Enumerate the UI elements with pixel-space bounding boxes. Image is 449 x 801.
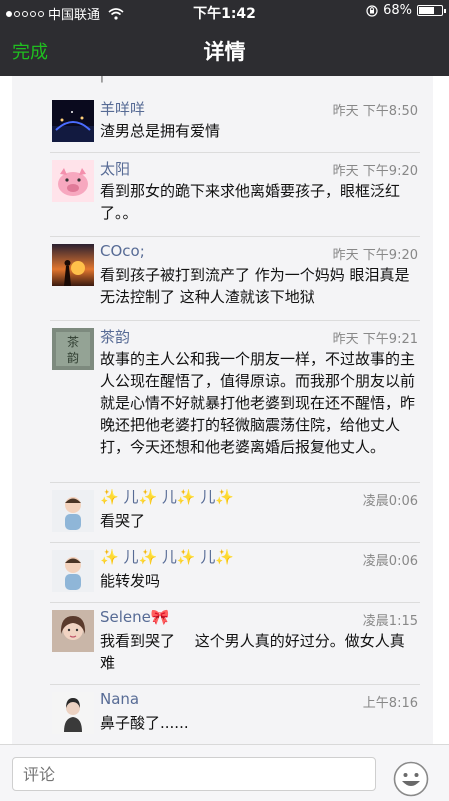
list-item: COco; 昨天 下午9:20 看到孩子被打到流产了 作为一个妈妈 眼泪真是无法… bbox=[50, 236, 420, 320]
comment-author[interactable]: ✨ 儿✨ 儿✨ 儿✨ bbox=[100, 486, 234, 507]
comment-author[interactable]: Selene🎀 bbox=[100, 608, 170, 626]
avatar[interactable] bbox=[52, 160, 94, 202]
comment-author[interactable]: COco; bbox=[100, 242, 145, 260]
list-item: 太阳 昨天 下午9:20 看到那女的跪下来求他离婚要孩子，眼框泛红了。。 bbox=[50, 152, 420, 236]
comment-text: 看到那女的跪下来求他离婚要孩子，眼框泛红了。。 bbox=[100, 182, 401, 222]
nav-bar: 完成 详情 bbox=[0, 22, 449, 76]
svg-text:韵: 韵 bbox=[67, 350, 79, 365]
status-right: 68% bbox=[366, 3, 446, 18]
comment-text: 我看到哭了 这个男人真的好过分。做女人真难 bbox=[100, 632, 405, 672]
list-item: ✨ 儿✨ 儿✨ 儿✨ 凌晨0:06 看哭了 bbox=[50, 482, 420, 542]
comment-author[interactable]: 太阳 bbox=[100, 158, 130, 179]
list-item: Selene🎀 凌晨1:15 我看到哭了 这个男人真的好过分。做女人真难 bbox=[50, 602, 420, 684]
comments-list[interactable]: ╵ 羊咩咩 昨天 下午8:50 渣男总是拥有爱情 太阳 昨天 下午9:20 看到… bbox=[12, 76, 433, 744]
comment-text: 能转发吗 bbox=[100, 572, 161, 590]
comment-text: 渣男总是拥有爱情 bbox=[100, 122, 221, 140]
comment-text: 鼻子酸了...... bbox=[100, 714, 189, 732]
comment-input-bar bbox=[0, 744, 449, 801]
avatar[interactable] bbox=[52, 490, 94, 532]
comment-input[interactable] bbox=[12, 757, 376, 791]
list-item: Nana 上午8:16 鼻子酸了...... bbox=[50, 684, 420, 744]
list-item: 茶 韵 茶韵 昨天 下午9:21 故事的主人公和我一个朋友一样，不过故事的主人公… bbox=[50, 320, 420, 482]
list-item: 羊咩咩 昨天 下午8:50 渣男总是拥有爱情 bbox=[50, 92, 420, 152]
avatar[interactable] bbox=[52, 244, 94, 286]
comment-author[interactable]: 茶韵 bbox=[100, 326, 130, 347]
comment-text: 看哭了 bbox=[100, 512, 146, 530]
comment-time: 凌晨0:06 bbox=[362, 494, 418, 509]
battery-percent: 68% bbox=[383, 3, 412, 18]
avatar[interactable]: 茶 韵 bbox=[52, 328, 94, 370]
comment-time: 昨天 下午8:50 bbox=[332, 104, 418, 119]
page-title: 详情 bbox=[203, 40, 246, 64]
comment-time: 昨天 下午9:21 bbox=[332, 332, 418, 347]
comment-time: 凌晨0:06 bbox=[362, 554, 418, 569]
avatar[interactable] bbox=[52, 100, 94, 142]
comment-time: 昨天 下午9:20 bbox=[332, 164, 418, 179]
comment-time: 昨天 下午9:20 bbox=[332, 248, 418, 263]
emoji-icon[interactable] bbox=[393, 761, 429, 797]
rotation-lock-icon bbox=[366, 4, 378, 17]
comment-author[interactable]: ✨ 儿✨ 儿✨ 儿✨ bbox=[100, 546, 234, 567]
avatar[interactable] bbox=[52, 550, 94, 592]
comment-text: 看到孩子被打到流产了 作为一个妈妈 眼泪真是无法控制了 这种人渣就该下地狱 bbox=[100, 266, 410, 306]
avatar[interactable] bbox=[52, 610, 94, 652]
comment-author[interactable]: Nana bbox=[100, 690, 139, 708]
list-item: ✨ 儿✨ 儿✨ 儿✨ 凌晨0:06 能转发吗 bbox=[50, 542, 420, 602]
scroll-fragment: ╵ bbox=[98, 76, 106, 91]
comment-time: 上午8:16 bbox=[362, 696, 418, 711]
comment-time: 凌晨1:15 bbox=[362, 614, 418, 629]
svg-text:茶: 茶 bbox=[67, 334, 79, 349]
battery-icon bbox=[417, 5, 446, 16]
comment-text: 故事的主人公和我一个朋友一样，不过故事的主人公现在醒悟了，值得原谅。而我那个朋友… bbox=[100, 350, 416, 456]
comment-author[interactable]: 羊咩咩 bbox=[100, 98, 145, 119]
status-bar: 中国联通 下午1:42 68% bbox=[0, 0, 449, 23]
avatar[interactable] bbox=[52, 692, 94, 734]
